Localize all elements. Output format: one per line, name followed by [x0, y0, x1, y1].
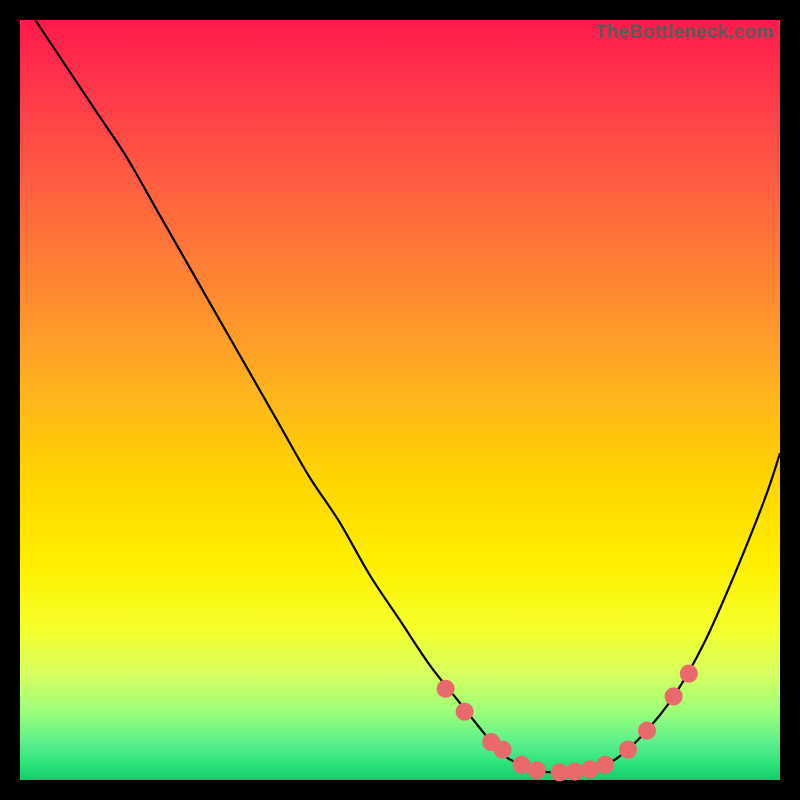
highlight-dot — [566, 763, 583, 780]
highlight-dot — [437, 680, 454, 697]
chart-plot — [20, 20, 780, 780]
highlight-dot — [639, 722, 656, 739]
highlight-dot — [597, 756, 614, 773]
highlight-dot — [665, 688, 682, 705]
highlight-dot — [456, 703, 473, 720]
highlight-dot — [494, 741, 511, 758]
highlight-dot — [513, 756, 530, 773]
highlight-dot — [680, 665, 697, 682]
bottleneck-curve — [35, 20, 780, 772]
highlight-dot — [582, 761, 599, 778]
chart-frame: TheBottleneck.com — [20, 20, 780, 780]
highlight-dot — [528, 762, 545, 779]
highlight-dot — [551, 764, 568, 781]
highlight-dot — [620, 741, 637, 758]
